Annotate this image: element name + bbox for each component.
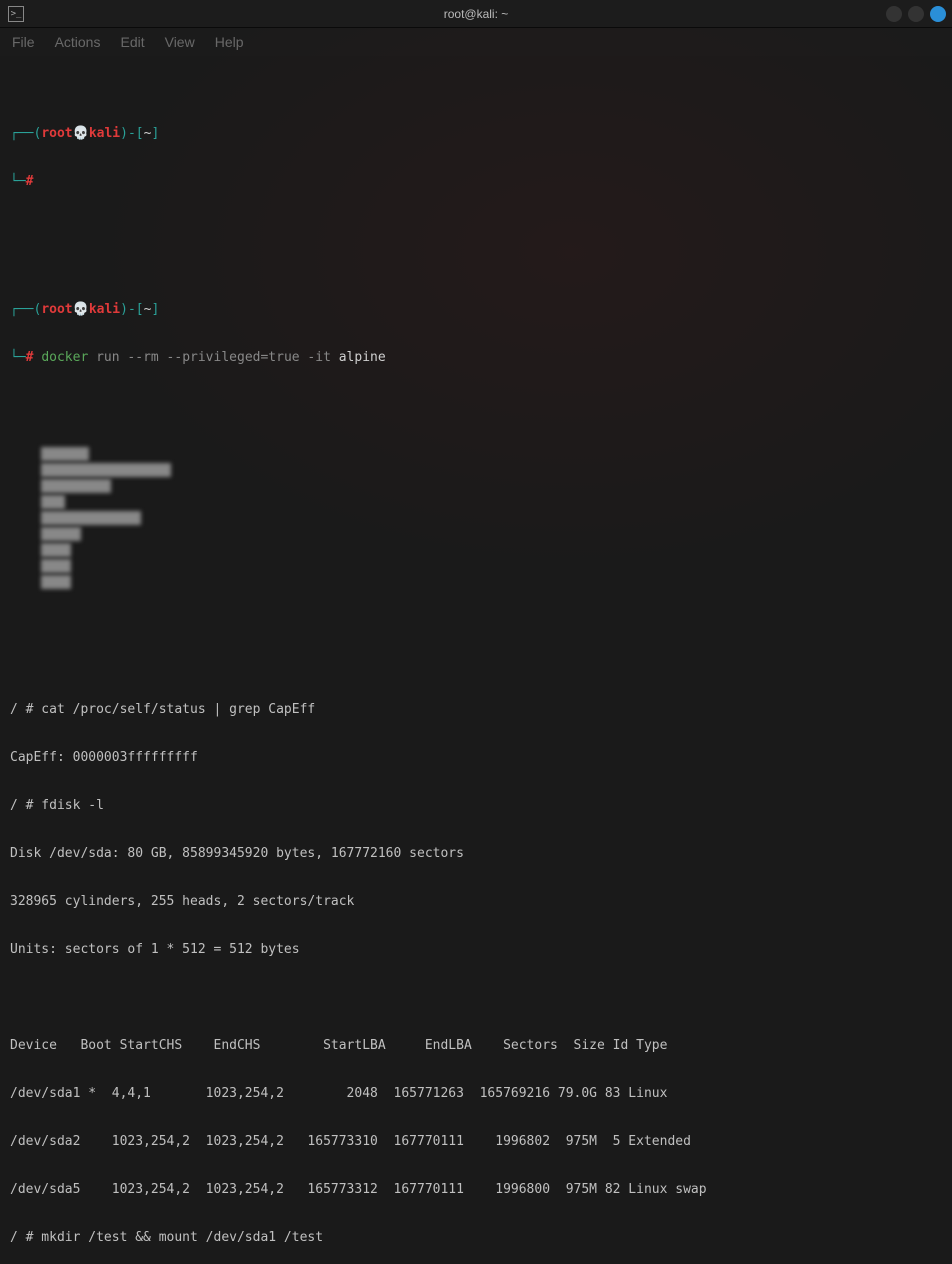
blank-line: [10, 990, 942, 1006]
menu-view[interactable]: View: [165, 34, 195, 50]
terminal-app-icon: >_: [8, 6, 24, 22]
output-line: Disk /dev/sda: 80 GB, 85899345920 bytes,…: [10, 846, 942, 862]
close-button[interactable]: [930, 6, 946, 22]
prompt-line: ┌──(root💀kali)-[~]: [10, 302, 942, 318]
output-line: / # mkdir /test && mount /dev/sda1 /test: [10, 1230, 942, 1246]
output-line: 328965 cylinders, 255 heads, 2 sectors/t…: [10, 894, 942, 910]
prompt-line2: └─#: [10, 174, 942, 190]
output-line: CapEff: 0000003fffffffff: [10, 750, 942, 766]
window-title: root@kali: ~: [444, 7, 509, 21]
menu-help[interactable]: Help: [215, 34, 244, 50]
prompt-line: ┌──(root💀kali)-[~]: [10, 126, 942, 142]
menu-actions[interactable]: Actions: [55, 34, 101, 50]
output-line: Units: sectors of 1 * 512 = 512 bytes: [10, 942, 942, 958]
titlebar: >_ root@kali: ~: [0, 0, 952, 28]
output-line: / # fdisk -l: [10, 798, 942, 814]
fdisk-row: /dev/sda1 * 4,4,1 1023,254,2 2048 165771…: [10, 1086, 942, 1102]
menubar: File Actions Edit View Help: [0, 28, 952, 56]
minimize-button[interactable]: [886, 6, 902, 22]
menu-file[interactable]: File: [12, 34, 35, 50]
menu-edit[interactable]: Edit: [120, 34, 144, 50]
censored-output: [10, 430, 942, 606]
blank-line: [10, 638, 942, 654]
blank-line: [10, 222, 942, 238]
docker-command-line: └─# docker run --rm --privileged=true -i…: [10, 350, 942, 366]
maximize-button[interactable]: [908, 6, 924, 22]
terminal-body[interactable]: ┌──(root💀kali)-[~] └─# ┌──(root💀kali)-[~…: [0, 56, 952, 1264]
window-controls: [886, 6, 946, 22]
output-line: / # cat /proc/self/status | grep CapEff: [10, 702, 942, 718]
fdisk-row: /dev/sda5 1023,254,2 1023,254,2 16577331…: [10, 1182, 942, 1198]
fdisk-row: /dev/sda2 1023,254,2 1023,254,2 16577331…: [10, 1134, 942, 1150]
fdisk-header: Device Boot StartCHS EndCHS StartLBA End…: [10, 1038, 942, 1054]
